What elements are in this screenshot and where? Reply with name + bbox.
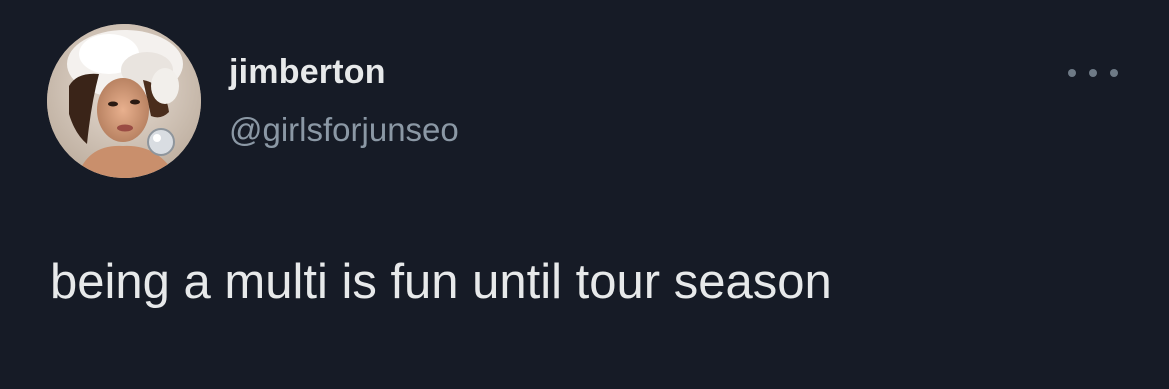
user-handle[interactable]: @girlsforjunseo	[229, 110, 459, 150]
display-name[interactable]: jimberton	[229, 52, 386, 92]
avatar-image	[47, 24, 201, 178]
more-options-icon[interactable]	[1068, 58, 1118, 88]
more-dot	[1110, 69, 1118, 77]
avatar[interactable]	[47, 24, 201, 178]
more-dot	[1089, 69, 1097, 77]
tweet-card: jimberton @girlsforjunseo being a multi …	[0, 0, 1169, 389]
more-dot	[1068, 69, 1076, 77]
tweet-text: being a multi is fun until tour season	[50, 255, 832, 309]
